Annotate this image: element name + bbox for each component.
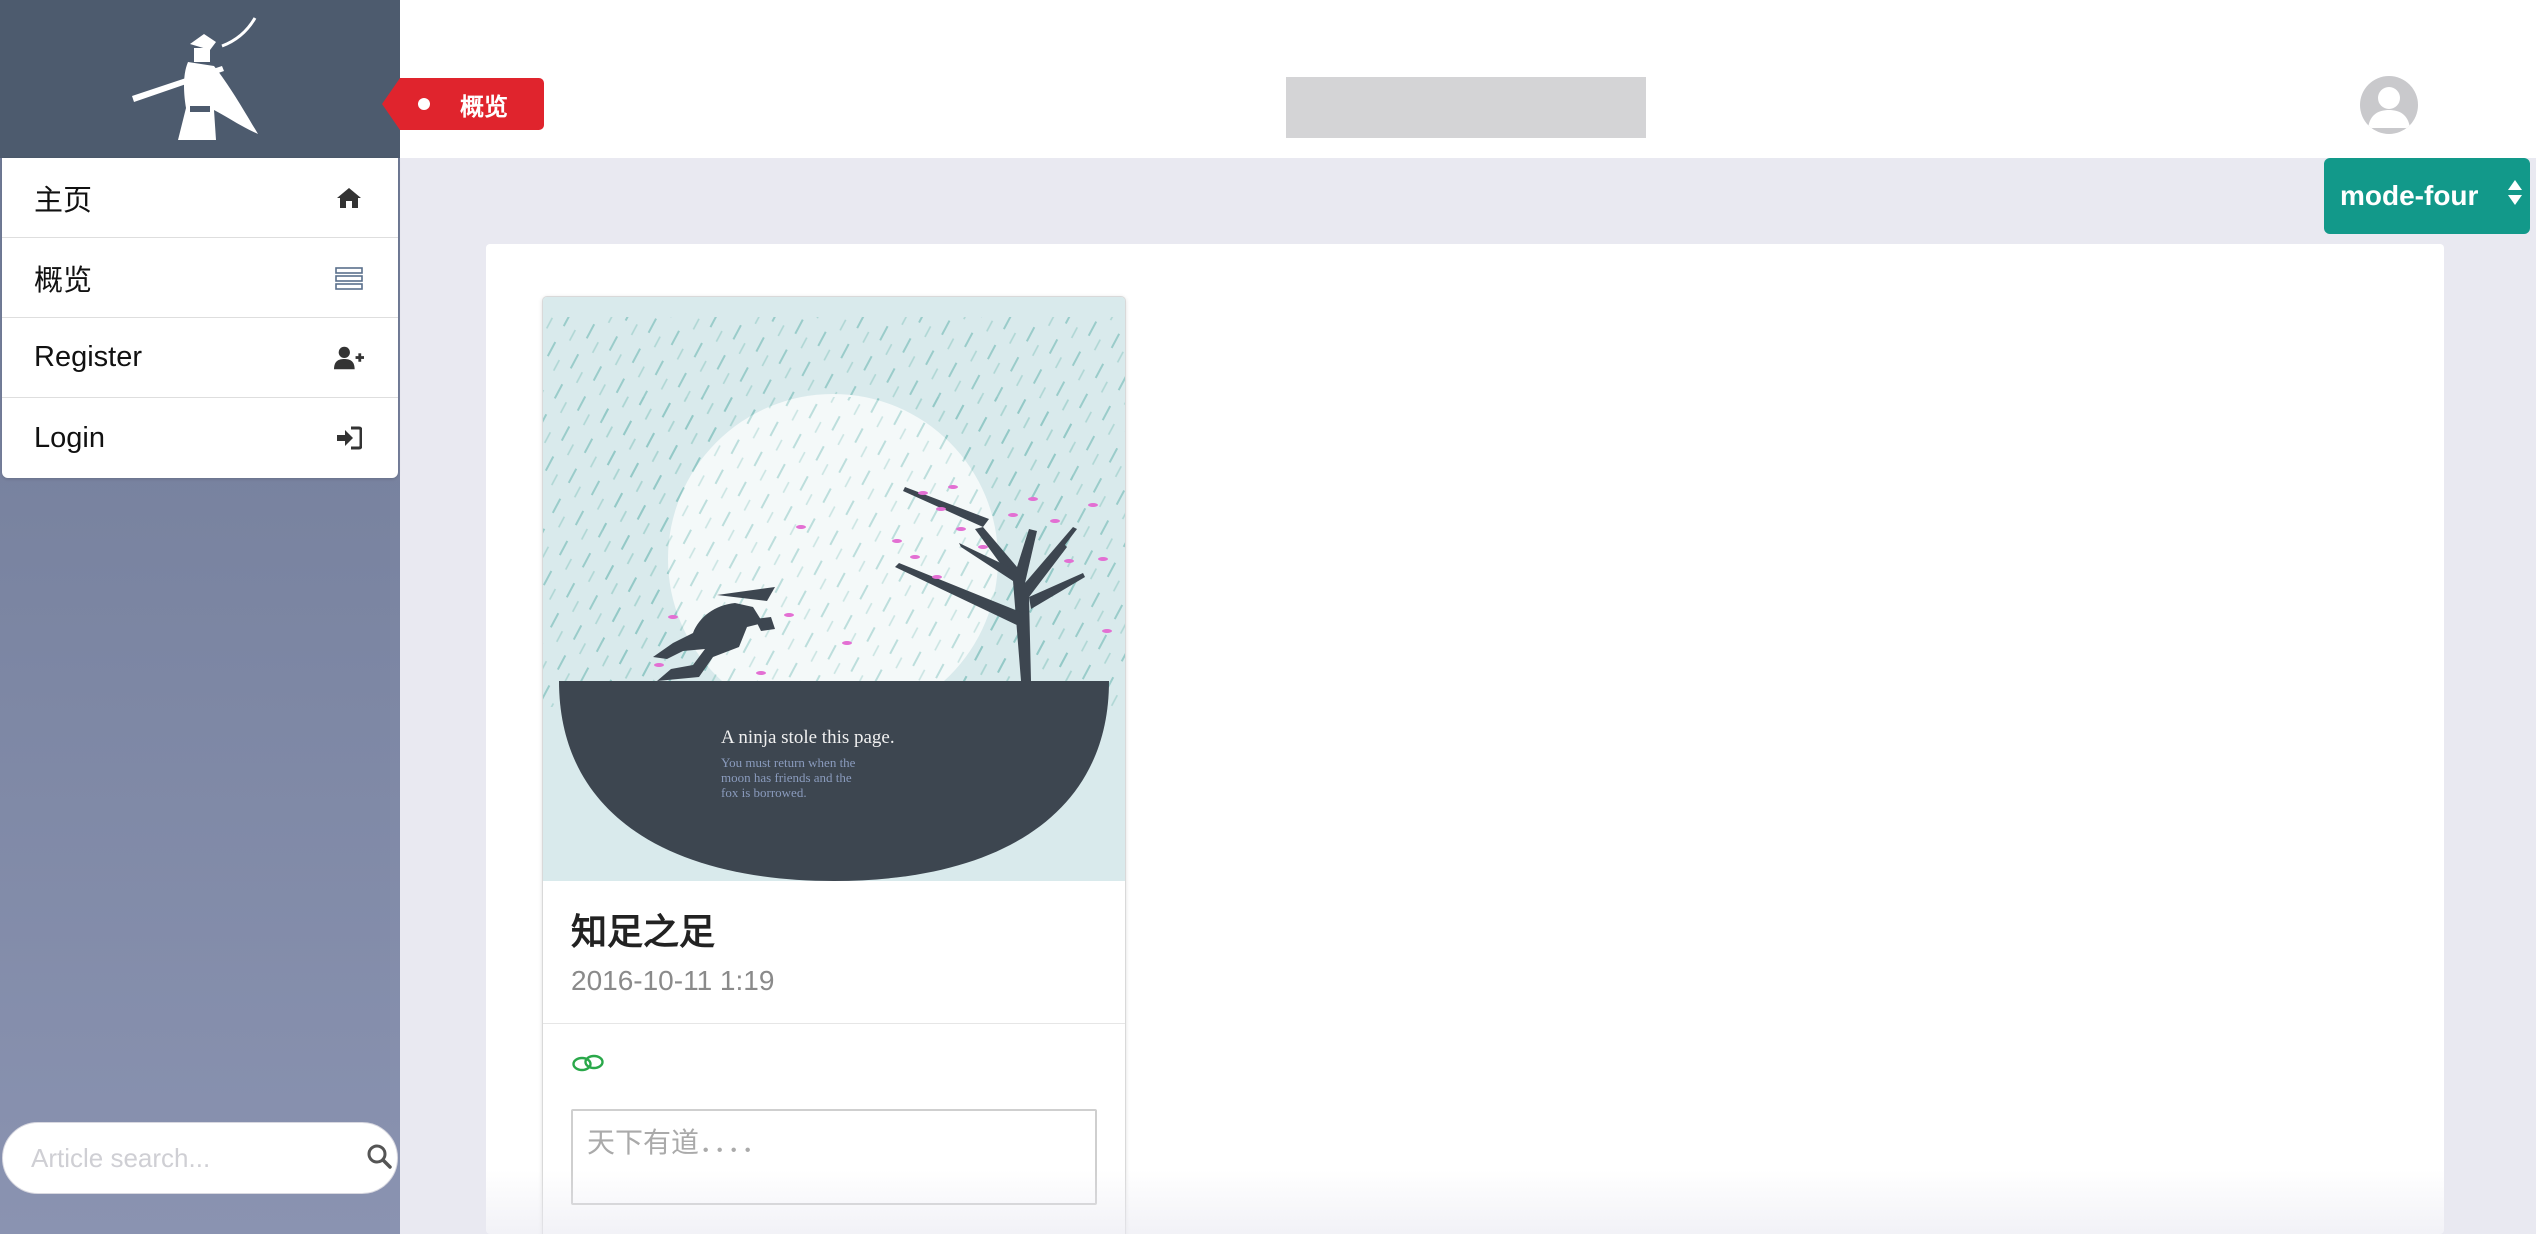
content-panel: A ninja stole this page. You must return… <box>486 244 2444 1234</box>
card-body: 知足之足 2016-10-11 1:19 <box>543 881 1125 1024</box>
mode-select[interactable]: mode-four <box>2324 158 2530 234</box>
sign-in-icon <box>334 423 364 453</box>
sidebar-item-label: 主页 <box>34 184 93 217</box>
article-card: A ninja stole this page. You must return… <box>542 296 1126 1234</box>
cover-caption-title: A ninja stole this page. <box>721 727 895 748</box>
cover-caption-line: You must return when the <box>721 755 856 770</box>
sidebar-item-overview[interactable]: 概览 <box>2 238 398 318</box>
sidebar-item-label: Login <box>34 421 105 454</box>
home-icon <box>334 183 364 213</box>
sidebar-item-login[interactable]: Login <box>2 398 398 478</box>
list-icon <box>334 263 364 293</box>
page-tag: 概览 <box>382 78 544 130</box>
sidebar-item-label: Register <box>34 341 142 373</box>
card-footer <box>543 1024 1125 1234</box>
search-icon[interactable] <box>366 1143 392 1174</box>
avatar[interactable] <box>2360 76 2418 134</box>
article-title[interactable]: 知足之足 <box>571 903 1097 955</box>
sidebar: 主页 概览 Register Login Article search... <box>0 0 400 1234</box>
cover-caption-line: fox is borrowed. <box>721 785 807 800</box>
sidebar-header <box>0 0 400 158</box>
header-placeholder-block <box>1286 77 1646 138</box>
select-arrows-icon <box>2508 180 2522 205</box>
comment-input[interactable] <box>571 1109 1097 1205</box>
sidebar-menu: 主页 概览 Register Login <box>2 158 398 478</box>
sidebar-item-register[interactable]: Register <box>2 318 398 398</box>
mode-select-value: mode-four <box>2340 180 2479 211</box>
user-plus-icon <box>334 343 364 373</box>
sidebar-item-label: 概览 <box>34 264 93 297</box>
article-cover-image[interactable]: A ninja stole this page. You must return… <box>543 297 1125 881</box>
search-input[interactable] <box>31 1142 366 1174</box>
link-icon[interactable] <box>571 1054 605 1078</box>
article-date: 2016-10-11 1:19 <box>571 965 775 996</box>
ninja-logo[interactable] <box>130 16 270 142</box>
article-search <box>2 1122 398 1194</box>
sidebar-item-home[interactable]: 主页 <box>2 158 398 238</box>
cover-caption-line: moon has friends and the <box>721 770 852 785</box>
top-header: 概览 <box>382 0 2536 158</box>
